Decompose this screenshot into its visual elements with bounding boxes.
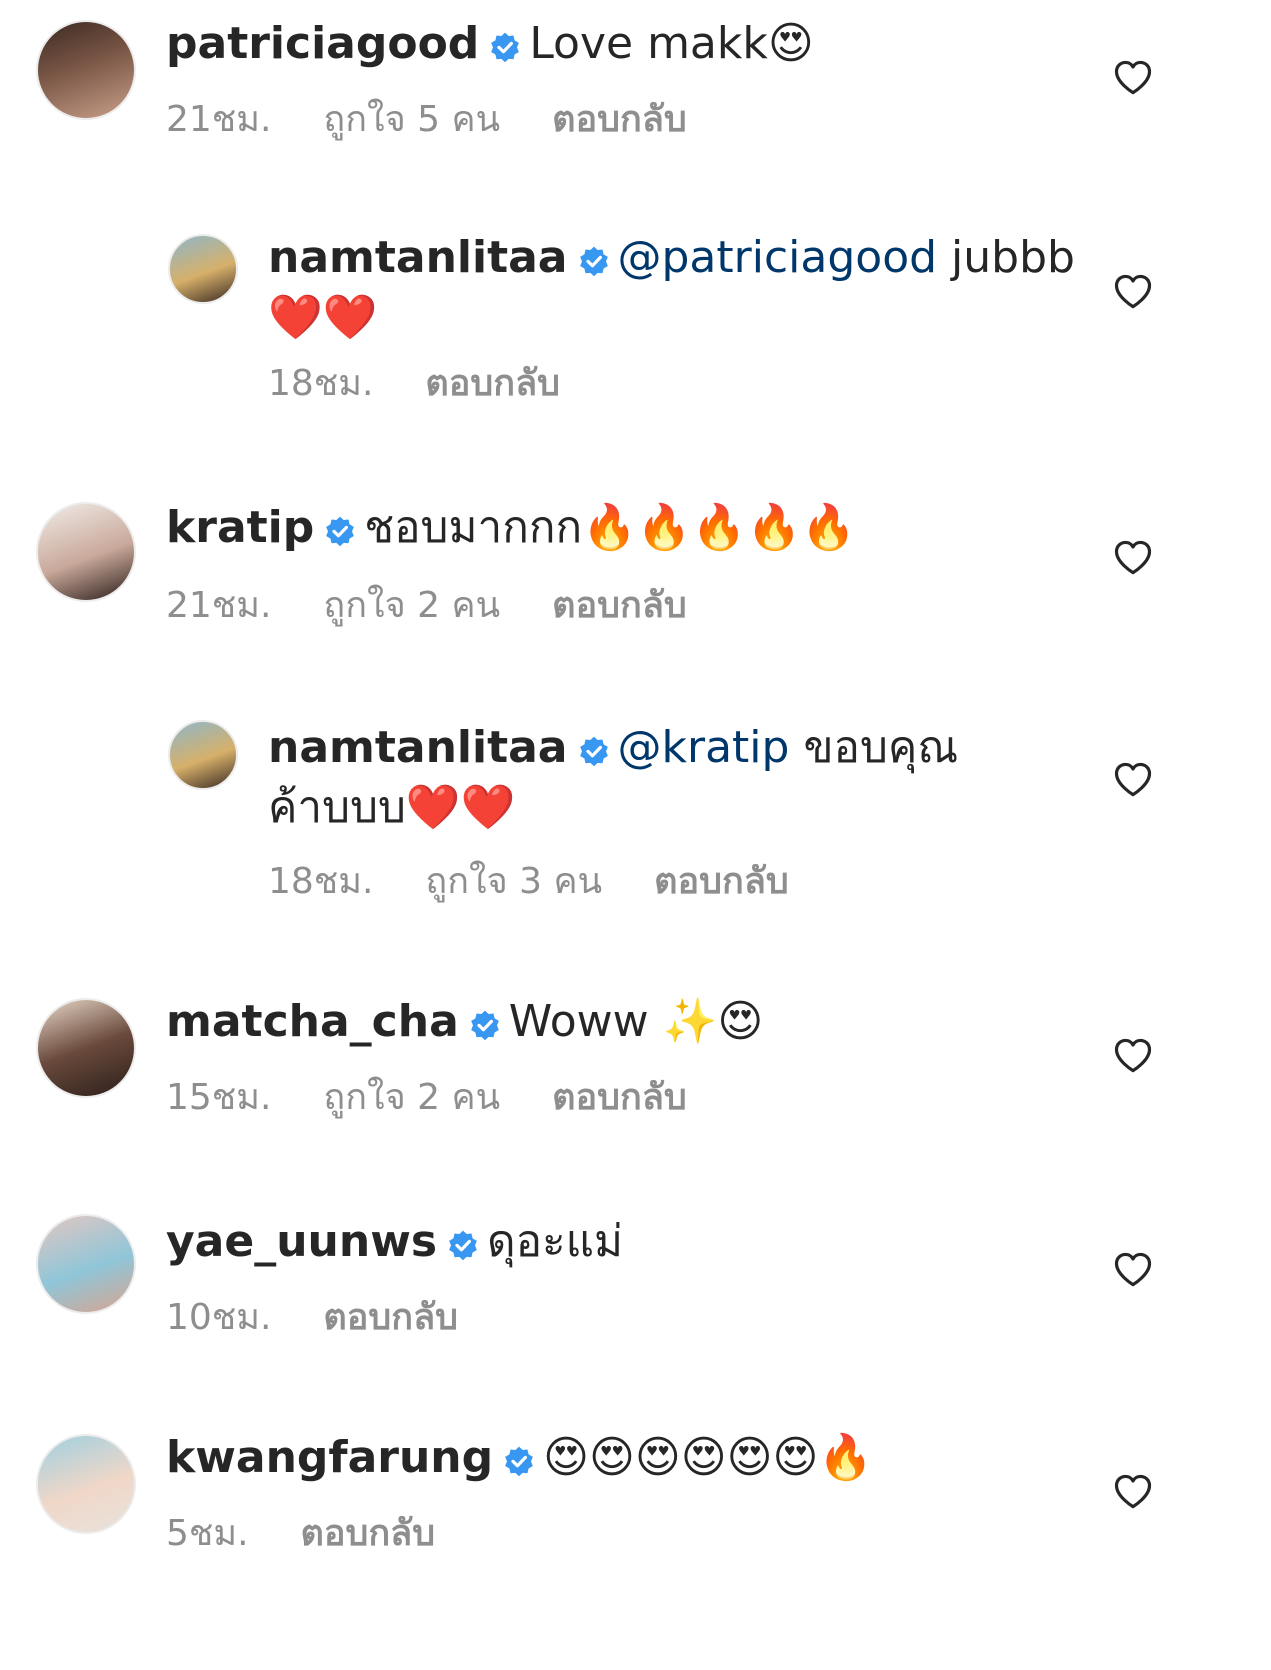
comment-body: namtanlitaa @kratip ขอบคุณค้าบบบ❤️❤️ (268, 718, 988, 838)
avatar[interactable] (168, 234, 238, 304)
comment-time: 21ชม. (166, 585, 272, 626)
username[interactable]: yae_uunws (166, 1216, 437, 1267)
comment-body: matcha_cha Woww ✨😍 (166, 992, 1096, 1052)
comment-meta: 18ชม. ถูกใจ 3 คน ตอบกลับ (268, 860, 841, 904)
verified-badge-icon (489, 31, 521, 63)
avatar[interactable] (168, 720, 238, 790)
comment-body: yae_uunws ดุอะแม่ (166, 1212, 1096, 1272)
comment-body: patriciagood Love makk😍 (166, 14, 1096, 74)
reply-button[interactable]: ตอบกลับ (425, 362, 560, 406)
verified-badge-icon (447, 1229, 479, 1261)
reply-button[interactable]: ตอบกลับ (654, 860, 789, 904)
heart-outline-icon[interactable] (1111, 56, 1155, 100)
comment-time: 18ชม. (268, 363, 374, 404)
username[interactable]: kratip (166, 502, 314, 553)
likes-count[interactable]: ถูกใจ 5 คน (323, 98, 500, 142)
comment-meta: 5ชม. ตอบกลับ (166, 1512, 487, 1556)
heart-outline-icon[interactable] (1111, 270, 1155, 314)
comment-text: Woww ✨😍 (508, 996, 764, 1047)
comment-meta: 15ชม. ถูกใจ 2 คน ตอบกลับ (166, 1076, 739, 1120)
username[interactable]: namtanlitaa (268, 722, 568, 773)
mention-link[interactable]: @patriciagood (618, 232, 938, 283)
comment-body: kratip ชอบมากกก🔥🔥🔥🔥🔥 (166, 498, 1096, 558)
username[interactable]: kwangfarung (166, 1432, 493, 1483)
heart-outline-icon[interactable] (1111, 1034, 1155, 1078)
avatar[interactable] (36, 998, 136, 1098)
comment-time: 15ชม. (166, 1077, 272, 1118)
reply-button[interactable]: ตอบกลับ (301, 1512, 436, 1556)
likes-count[interactable]: ถูกใจ 2 คน (323, 584, 500, 628)
reply-button[interactable]: ตอบกลับ (552, 1076, 687, 1120)
avatar[interactable] (36, 502, 136, 602)
heart-outline-icon[interactable] (1111, 1248, 1155, 1292)
avatar[interactable] (36, 1434, 136, 1534)
comment-body: namtanlitaa @patriciagood jubbb ❤️❤️ (268, 228, 1098, 348)
avatar[interactable] (36, 1214, 136, 1314)
comment-meta: 21ชม. ถูกใจ 2 คน ตอบกลับ (166, 584, 739, 628)
comment-time: 21ชม. (166, 99, 272, 140)
comment-time: 5ชม. (166, 1513, 249, 1554)
comment-meta: 18ชม. ตอบกลับ (268, 362, 612, 406)
comment-text: Love makk😍 (529, 18, 814, 69)
comment-text: 😍😍😍😍😍😍🔥 (543, 1432, 874, 1483)
likes-count[interactable]: ถูกใจ 2 คน (323, 1076, 500, 1120)
heart-outline-icon[interactable] (1111, 758, 1155, 802)
reply-button[interactable]: ตอบกลับ (552, 98, 687, 142)
heart-outline-icon[interactable] (1111, 536, 1155, 580)
username[interactable]: matcha_cha (166, 996, 459, 1047)
username[interactable]: patriciagood (166, 18, 479, 69)
username[interactable]: namtanlitaa (268, 232, 568, 283)
reply-button[interactable]: ตอบกลับ (552, 584, 687, 628)
comment-meta: 21ชม. ถูกใจ 5 คน ตอบกลับ (166, 98, 739, 142)
comment-meta: 10ชม. ตอบกลับ (166, 1296, 510, 1340)
comment-body: kwangfarung 😍😍😍😍😍😍🔥 (166, 1428, 1096, 1488)
verified-badge-icon (503, 1445, 535, 1477)
comment-time: 18ชม. (268, 861, 374, 902)
verified-badge-icon (324, 515, 356, 547)
mention-link[interactable]: @kratip (618, 722, 790, 773)
verified-badge-icon (578, 245, 610, 277)
verified-badge-icon (578, 735, 610, 767)
reply-button[interactable]: ตอบกลับ (323, 1296, 458, 1340)
comment-text: ชอบมากกก🔥🔥🔥🔥🔥 (364, 502, 857, 553)
verified-badge-icon (469, 1009, 501, 1041)
comment-time: 10ชม. (166, 1297, 272, 1338)
likes-count[interactable]: ถูกใจ 3 คน (425, 860, 602, 904)
comment-text: ดุอะแม่ (487, 1216, 624, 1267)
avatar[interactable] (36, 20, 136, 120)
heart-outline-icon[interactable] (1111, 1470, 1155, 1514)
